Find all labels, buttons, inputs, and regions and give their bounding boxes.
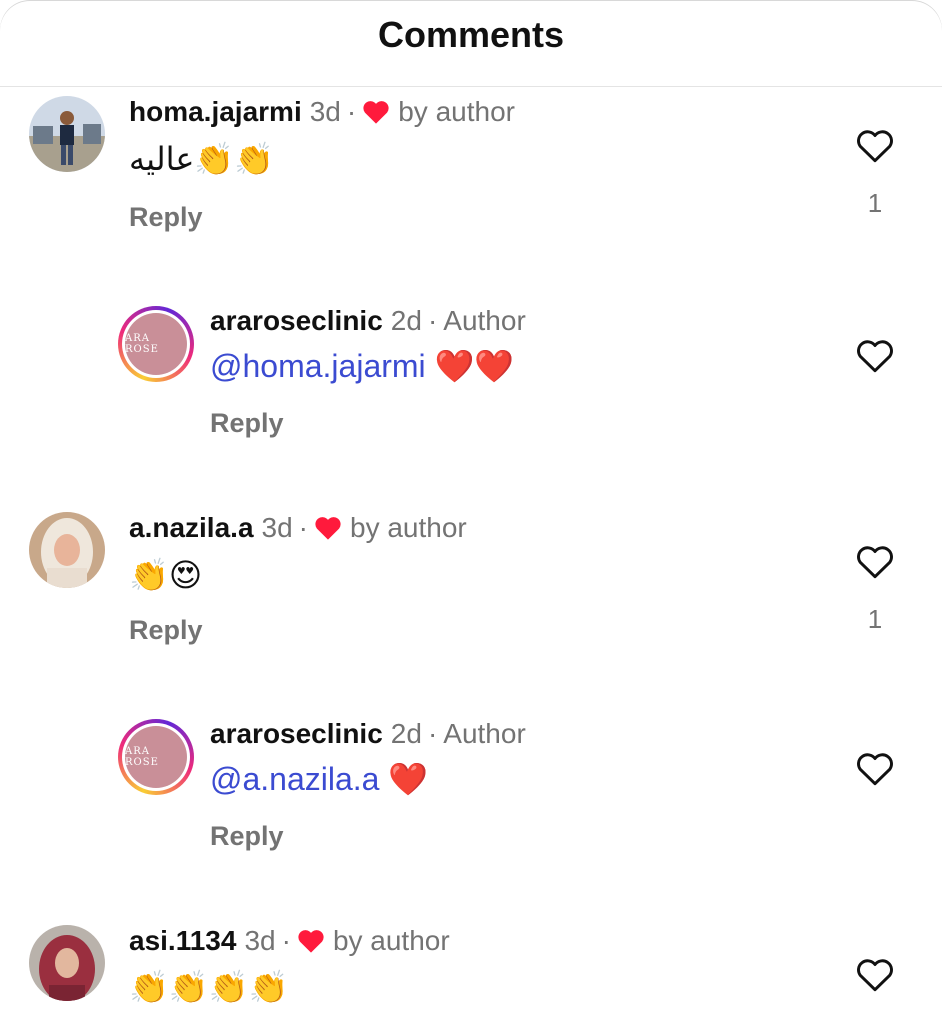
avatar[interactable]: ARA ROSE bbox=[118, 719, 194, 795]
reply-button[interactable]: Reply bbox=[129, 202, 203, 233]
heart-outline-icon[interactable] bbox=[855, 128, 895, 164]
avatar[interactable] bbox=[29, 512, 105, 588]
comment-body: @homa.jajarmi ❤️❤️ bbox=[210, 347, 514, 385]
heart-outline-icon[interactable] bbox=[855, 751, 895, 787]
separator: · bbox=[427, 718, 438, 749]
heart-filled-icon bbox=[363, 101, 389, 124]
comment-header: a.nazila.a 3d · by author bbox=[129, 512, 467, 544]
username[interactable]: asi.1134 bbox=[129, 925, 236, 957]
avatar[interactable] bbox=[29, 96, 105, 172]
username[interactable]: homa.jajarmi bbox=[129, 96, 302, 128]
page-title: Comments bbox=[377, 14, 565, 55]
logo-text: ARA ROSE bbox=[125, 333, 159, 355]
like-count: 1 bbox=[867, 604, 883, 634]
separator: · bbox=[281, 925, 291, 956]
liked-by-author-label: by author bbox=[398, 96, 515, 127]
reply-button[interactable]: Reply bbox=[210, 408, 284, 439]
timestamp: 3d bbox=[244, 925, 276, 956]
mention-link[interactable]: @homa.jajarmi bbox=[210, 348, 426, 384]
comment-header: homa.jajarmi 3d · by author bbox=[129, 96, 515, 128]
author-badge: Author bbox=[443, 718, 526, 749]
like-count: 1 bbox=[867, 188, 883, 218]
heart-outline-icon[interactable] bbox=[855, 957, 895, 993]
avatar[interactable]: ARA ROSE bbox=[118, 306, 194, 382]
separator: · bbox=[427, 305, 438, 336]
comment-header: araroseclinic 2d · Author bbox=[210, 718, 526, 750]
comment-text: ❤️ bbox=[388, 760, 429, 798]
timestamp: 2d bbox=[390, 718, 422, 749]
comments-header: Comments bbox=[0, 0, 942, 87]
heart-filled-icon bbox=[298, 930, 324, 953]
timestamp: 2d bbox=[390, 305, 422, 336]
clinic-logo: ARA ROSE bbox=[125, 313, 187, 375]
avatar-ring-inner: ARA ROSE bbox=[122, 723, 190, 791]
clinic-logo: ARA ROSE bbox=[125, 726, 187, 788]
comment-header: asi.1134 3d · by author bbox=[129, 925, 450, 957]
username[interactable]: a.nazila.a bbox=[129, 512, 254, 544]
timestamp: 3d bbox=[261, 512, 293, 543]
reply-button[interactable]: Reply bbox=[210, 821, 284, 852]
username[interactable]: araroseclinic bbox=[210, 305, 383, 337]
comment-header: araroseclinic 2d · Author bbox=[210, 305, 526, 337]
liked-by-author-label: by author bbox=[332, 925, 450, 956]
logo-text: ARA ROSE bbox=[125, 746, 159, 768]
comment-text: 👏😍 bbox=[129, 556, 203, 594]
heart-filled-icon bbox=[315, 517, 341, 540]
timestamp: 3d bbox=[309, 96, 341, 127]
avatar[interactable] bbox=[29, 925, 105, 1001]
separator: · bbox=[346, 96, 357, 127]
username[interactable]: araroseclinic bbox=[210, 718, 383, 750]
author-badge: Author bbox=[443, 305, 526, 336]
comment-body: @a.nazila.a ❤️ bbox=[210, 760, 428, 798]
separator: · bbox=[298, 512, 308, 543]
comment-text: 👏👏👏👏 bbox=[129, 968, 289, 1006]
avatar-ring-inner: ARA ROSE bbox=[122, 310, 190, 378]
comment-text: ❤️❤️ bbox=[434, 347, 515, 385]
liked-by-author-label: by author bbox=[350, 512, 467, 543]
reply-button[interactable]: Reply bbox=[129, 615, 203, 646]
heart-outline-icon[interactable] bbox=[855, 544, 895, 580]
mention-link[interactable]: @a.nazila.a bbox=[210, 761, 379, 797]
comment-text: عالیه👏👏 bbox=[129, 140, 275, 178]
heart-outline-icon[interactable] bbox=[855, 338, 895, 374]
